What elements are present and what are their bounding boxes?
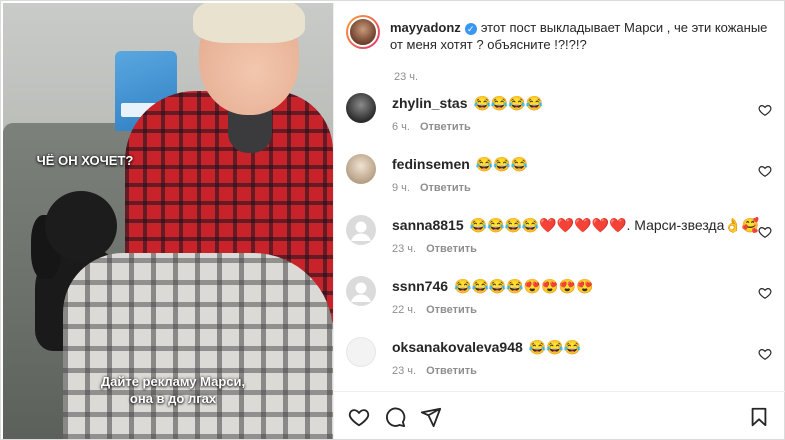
commenter-avatar[interactable] [346, 215, 376, 245]
plaid-blanket [63, 253, 333, 439]
dog-head [45, 191, 117, 261]
comment-time[interactable]: 22 ч. [392, 304, 416, 316]
commenter-username[interactable]: sanna8815 [392, 217, 464, 233]
comment-body: 😂😂😂😂😍😍😍😍 [454, 278, 594, 294]
bookmark-icon[interactable] [748, 406, 770, 428]
man-hair [193, 3, 305, 43]
comment-body: 😂😂😂😂❤️❤️❤️❤️❤️. Марси-звезда👌🥰 [469, 217, 760, 233]
comment-meta: 23 ч. Ответить [392, 243, 477, 255]
comment-body: 😂😂😂 [475, 156, 529, 172]
author-username[interactable]: mayyadonz [390, 20, 461, 35]
comment-time[interactable]: 9 ч. [392, 182, 410, 194]
commenter-username[interactable]: fedinsemen [392, 156, 470, 172]
comments-panel: mayyadonz ✓ этот пост выкладывает Марси , … [333, 3, 785, 439]
media-caption-top: ЧЁ ОН ХОЧЕТ? [36, 153, 134, 168]
default-avatar-icon [351, 282, 371, 302]
commenter-avatar[interactable] [346, 93, 376, 123]
post-timestamp[interactable]: 23 ч. [394, 71, 418, 83]
author-avatar[interactable] [346, 15, 380, 49]
reply-button[interactable]: Ответить [420, 121, 471, 133]
comment-meta: 9 ч. Ответить [392, 182, 471, 194]
reply-button[interactable]: Ответить [420, 182, 471, 194]
commenter-avatar[interactable] [346, 337, 376, 367]
comment-body: 😂😂😂 [528, 339, 582, 355]
comment-like-heart-icon[interactable] [758, 347, 772, 361]
comment-time[interactable]: 23 ч. [392, 365, 416, 377]
comment-text: fedinsemen 😂😂😂 [392, 156, 528, 173]
comment-text: zhylin_stas 😂😂😂😂 [392, 95, 543, 112]
reply-button[interactable]: Ответить [426, 243, 477, 255]
commenter-avatar[interactable] [346, 154, 376, 184]
reply-button[interactable]: Ответить [426, 304, 477, 316]
comment-meta: 22 ч. Ответить [392, 304, 477, 316]
comment-icon[interactable] [384, 406, 406, 428]
commenter-username[interactable]: ssnn746 [392, 278, 448, 294]
commenter-avatar[interactable] [346, 276, 376, 306]
media-caption-bottom: Дайте рекламу Марси, она в до лгах [73, 373, 273, 407]
comment-item: sanna8815 😂😂😂😂❤️❤️❤️❤️❤️. Марси-звезда👌🥰 … [346, 209, 776, 265]
media-caption-line-1: Дайте рекламу Марси, [100, 374, 246, 389]
comment-like-heart-icon[interactable] [758, 164, 772, 178]
comment-item: oksanakovaleva948 😂😂😂 23 ч. Ответить [346, 331, 776, 387]
comment-item: fedinsemen 😂😂😂 9 ч. Ответить [346, 148, 776, 204]
comment-like-heart-icon[interactable] [758, 103, 772, 117]
share-icon[interactable] [420, 406, 442, 428]
comment-meta: 6 ч. Ответить [392, 121, 471, 133]
comment-text: oksanakovaleva948 😂😂😂 [392, 339, 581, 356]
comment-item: ssnn746 😂😂😂😂😍😍😍😍 22 ч. Ответить [346, 270, 776, 326]
comment-time[interactable]: 23 ч. [392, 243, 416, 255]
verified-badge-icon: ✓ [464, 23, 477, 35]
comment-like-heart-icon[interactable] [758, 286, 772, 300]
comment-text: ssnn746 😂😂😂😂😍😍😍😍 [392, 278, 594, 295]
comment-meta: 23 ч. Ответить [392, 365, 477, 377]
heart-icon[interactable] [348, 406, 370, 428]
post-media[interactable]: ЧЁ ОН ХОЧЕТ? Дайте рекламу Марси, она в … [3, 3, 333, 439]
action-bar [334, 391, 785, 439]
comment-time[interactable]: 6 ч. [392, 121, 410, 133]
comment-body: 😂😂😂😂 [473, 95, 544, 111]
comment-text: sanna8815 😂😂😂😂❤️❤️❤️❤️❤️. Марси-звезда👌🥰 [392, 217, 759, 234]
commenter-username[interactable]: zhylin_stas [392, 95, 467, 111]
media-caption-line-2: она в до лгах [129, 391, 217, 406]
comment-like-heart-icon[interactable] [758, 225, 772, 239]
caption-text: mayyadonz ✓ этот пост выкладывает Марси , … [390, 19, 770, 53]
comment-item: zhylin_stas 😂😂😂😂 6 ч. Ответить [346, 87, 776, 143]
instagram-post-window: ЧЁ ОН ХОЧЕТ? Дайте рекламу Марси, она в … [0, 0, 785, 440]
commenter-username[interactable]: oksanakovaleva948 [392, 339, 523, 355]
default-avatar-icon [351, 221, 371, 241]
reply-button[interactable]: Ответить [426, 365, 477, 377]
